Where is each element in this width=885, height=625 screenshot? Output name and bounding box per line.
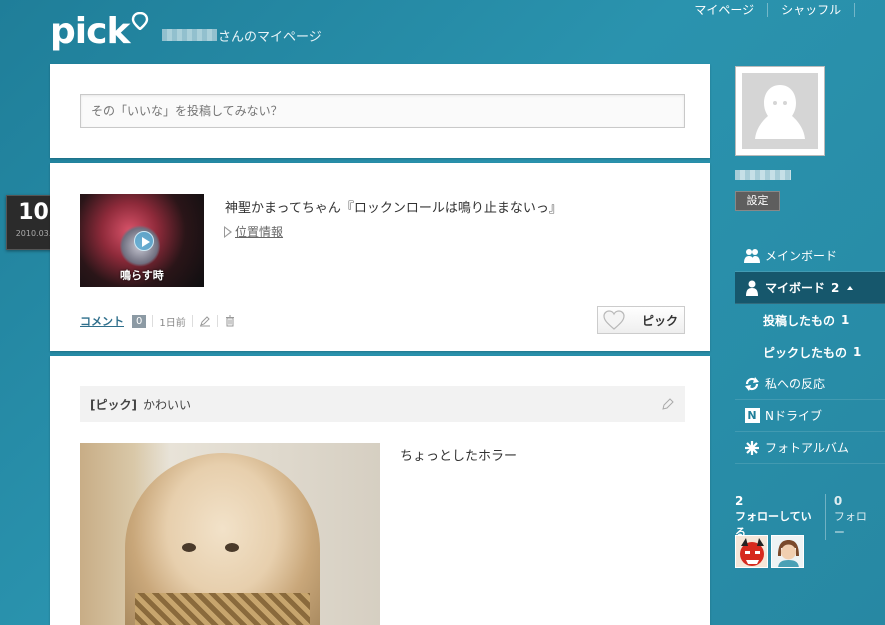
comment-count: 0 (132, 314, 147, 328)
play-icon[interactable] (134, 231, 154, 251)
sidebar-item-count: 2 (831, 280, 840, 295)
entry-title[interactable]: 神聖かまってちゃん『ロックンロールは鳴り止まないっ』 (225, 197, 562, 216)
sidebar-item-mainboard[interactable]: メインボード (735, 240, 885, 272)
following-stat[interactable]: 2 フォローしている (735, 494, 825, 540)
sidebar-item-label: Nドライブ (765, 409, 822, 423)
pick-tag: [ピック] (90, 397, 137, 412)
person-icon (743, 279, 761, 297)
sidebar-item-label: フォトアルバム (765, 441, 849, 455)
post-input[interactable] (80, 94, 685, 128)
pick-button[interactable]: ピック (597, 306, 685, 334)
pencil-icon[interactable] (199, 315, 211, 327)
avatar[interactable] (771, 535, 804, 568)
video-thumbnail[interactable]: 鳴らす時 (80, 194, 204, 287)
sidebar-item-picked[interactable]: ピックしたもの 1 (735, 336, 885, 368)
pick-header: [ピック] かわいい (80, 386, 685, 422)
sidebar-item-label: メインボード (765, 249, 838, 263)
nav-mypage[interactable]: マイページ (681, 3, 767, 17)
sidebar-item-label: ピックしたもの (763, 345, 848, 360)
side-menu: メインボード マイボード 2 投稿したもの 1 ピックしたもの 1 私への反応 … (735, 240, 885, 464)
settings-button[interactable]: 設定 (735, 191, 780, 211)
default-avatar (742, 73, 818, 149)
sidebar-item-label: マイボード (765, 281, 826, 295)
comment-link[interactable]: コメント (80, 313, 124, 329)
sidebar-item-reactions[interactable]: 私への反応 (735, 368, 885, 400)
following-avatars (735, 535, 807, 568)
nav-shuffle[interactable]: シャッフル (767, 3, 854, 17)
refresh-icon (743, 375, 761, 393)
top-nav: マイページ シャッフル (681, 3, 885, 17)
sidebar-item-posted[interactable]: 投稿したもの 1 (735, 304, 885, 336)
sidebar-item-ndrive[interactable]: N Nドライブ (735, 400, 885, 432)
trash-icon[interactable] (224, 315, 236, 327)
pencil-icon[interactable] (661, 397, 675, 411)
following-count: 2 (735, 494, 744, 508)
divider (152, 315, 154, 327)
play-arrow-icon (224, 226, 232, 238)
divider (216, 315, 218, 327)
entry-card: 鳴らす時 神聖かまってちゃん『ロックンロールは鳴り止まないっ』 位置情報 コメン… (50, 163, 710, 351)
person-silhouette-icon (755, 85, 805, 139)
username-blurred (162, 29, 217, 41)
follow-stats: 2 フォローしている 0 フォロー (735, 494, 885, 540)
followers-count: 0 (833, 494, 843, 508)
cat-photo[interactable] (80, 443, 380, 625)
followers-label: フォロー (833, 510, 867, 539)
basket-weave (135, 593, 310, 625)
people-icon (743, 247, 761, 265)
time-ago: 1日前 (159, 317, 186, 329)
sidebar-item-count: 1 (841, 313, 850, 327)
sidebar-item-photo-album[interactable]: フォトアルバム (735, 432, 885, 464)
profile-avatar[interactable] (735, 66, 825, 156)
avatar[interactable] (735, 535, 768, 568)
entry-meta: コメント 0 1日前 (80, 313, 236, 329)
sidebar-item-count: 1 (853, 345, 862, 359)
cat-eye (182, 543, 196, 552)
pick-logo[interactable]: pick (50, 8, 149, 52)
nav-more[interactable] (854, 3, 885, 17)
thumbnail-caption: 鳴らす時 (120, 269, 164, 282)
logo-text: pick (50, 11, 130, 52)
sidebar-item-label: 私への反応 (765, 377, 826, 391)
followers-stat[interactable]: 0 フォロー (824, 494, 885, 540)
page-title: さんのマイページ (218, 30, 322, 45)
post-box (50, 64, 710, 158)
username-blurred (735, 170, 791, 180)
photo-album-icon (743, 439, 761, 457)
entry-text: ちょっとしたホラー (400, 449, 518, 464)
sidebar-item-myboard[interactable]: マイボード 2 (735, 272, 885, 304)
caret-up-icon (847, 285, 854, 290)
cat-eye (225, 543, 239, 552)
pick-caption: かわいい (142, 397, 191, 412)
sidebar-item-label: 投稿したもの (763, 313, 836, 328)
divider (191, 315, 193, 327)
location-link[interactable]: 位置情報 (224, 223, 284, 240)
heart-icon (603, 310, 625, 330)
map-pin-icon (132, 12, 149, 30)
entry-card: [ピック] かわいい ちょっとしたホラー (50, 356, 710, 625)
location-label: 位置情報 (235, 225, 284, 239)
pick-label: ピック (642, 313, 679, 328)
n-drive-icon: N (743, 407, 761, 425)
